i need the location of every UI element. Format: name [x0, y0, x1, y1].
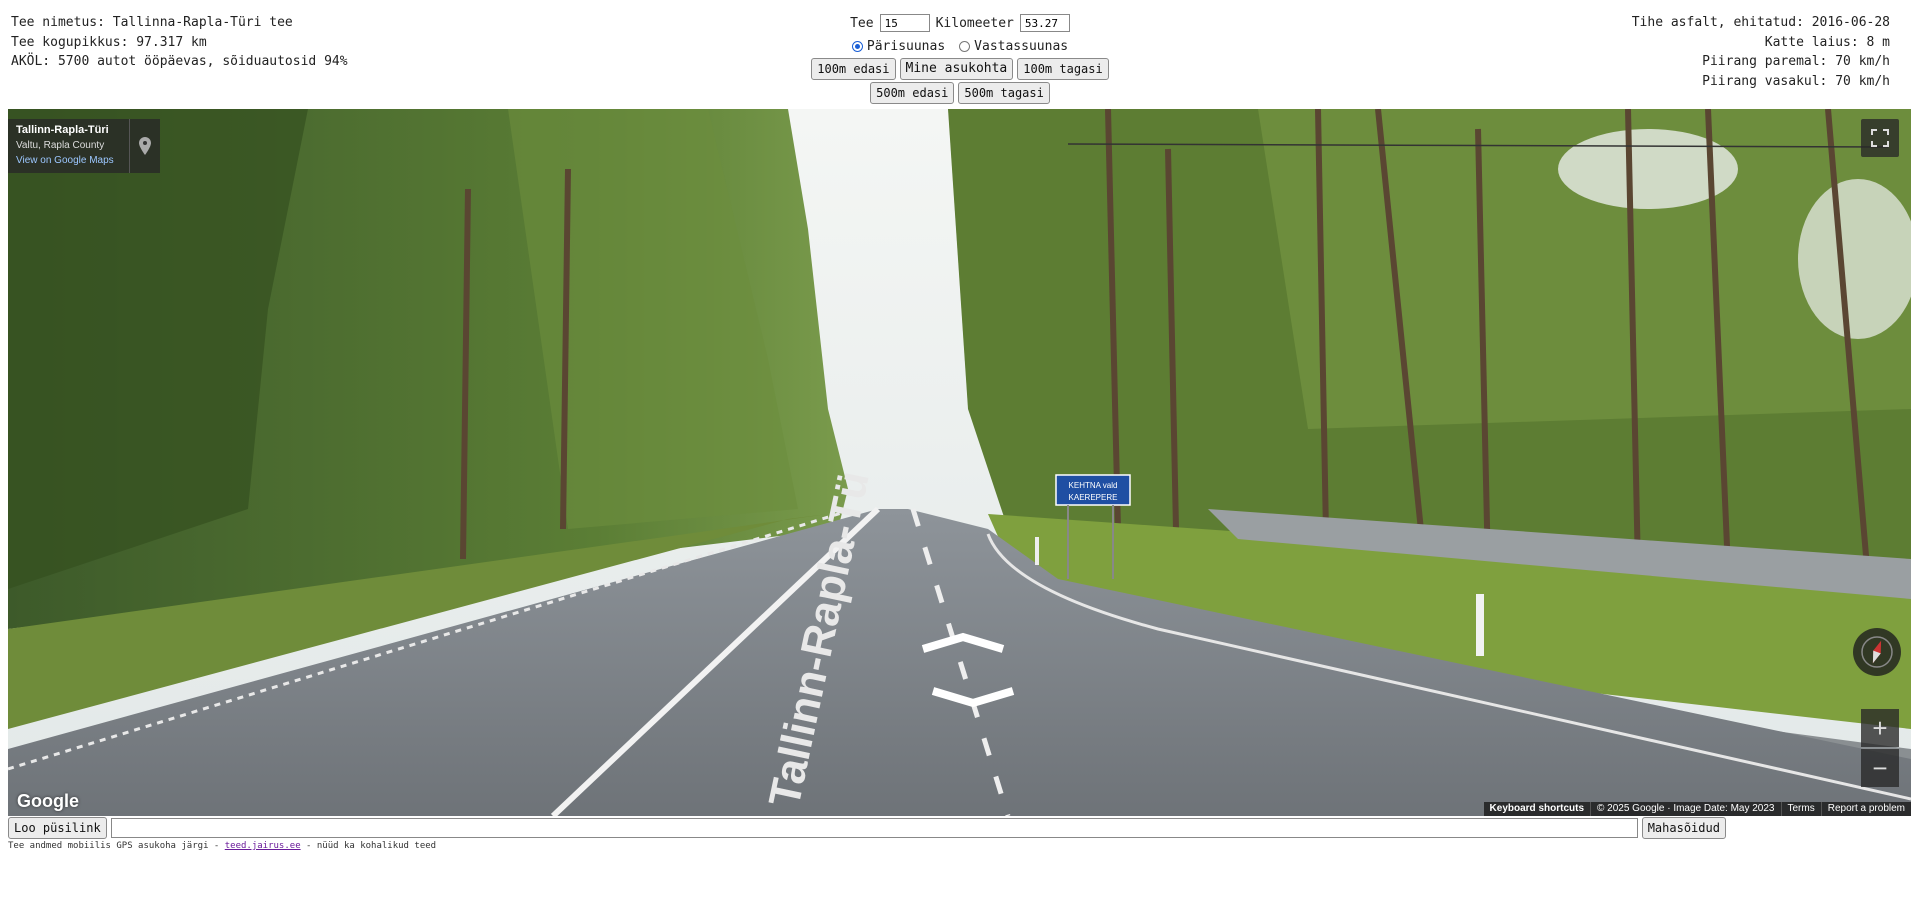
attribution-bar: Keyboard shortcuts © 2025 Google · Image…: [1483, 802, 1911, 816]
sign-village: KAEREPERE: [1069, 493, 1118, 502]
google-logo: Google: [17, 791, 79, 811]
road-label: Tee: [850, 15, 874, 31]
back-500m-button[interactable]: 500m tagasi: [958, 82, 1050, 104]
forward-500m-button[interactable]: 500m edasi: [870, 82, 955, 104]
zoom-in-button[interactable]: +: [1861, 709, 1899, 747]
kilometer-input[interactable]: [1019, 14, 1070, 32]
direction-forward-radio[interactable]: [851, 40, 863, 52]
exits-button[interactable]: Mahasõidud: [1641, 817, 1726, 839]
sign-municipality: KEHTNA vald: [1069, 481, 1118, 490]
navigation-controls: Tee Kilomeeter Pärisuunas Vastassuunas 1…: [0, 11, 1920, 104]
footer-suffix: - nüüd ka kohalikud teed: [300, 841, 437, 851]
footer-prefix: Tee andmed mobiilis GPS asukoha järgi -: [8, 841, 225, 851]
km-label: Kilomeeter: [935, 15, 1014, 31]
street-scene: KEHTNA vald KAEREPERE Tallinn-Rapla-Tü: [8, 109, 1911, 816]
direction-backward-radio[interactable]: [959, 40, 971, 52]
permalink-input[interactable]: [110, 818, 1638, 838]
zoom-out-button[interactable]: −: [1861, 749, 1899, 787]
report-problem-link[interactable]: Report a problem: [1820, 802, 1911, 816]
fullscreen-icon[interactable]: [1861, 119, 1899, 157]
back-100m-button[interactable]: 100m tagasi: [1017, 58, 1109, 80]
direction-backward-label[interactable]: Vastassuunas: [974, 39, 1068, 54]
road-number-input[interactable]: [879, 14, 930, 32]
keyboard-shortcuts-link[interactable]: Keyboard shortcuts: [1484, 802, 1590, 816]
create-permalink-button[interactable]: Loo püsilink: [8, 817, 107, 839]
go-to-location-button[interactable]: Mine asukohta: [899, 58, 1014, 80]
terms-link[interactable]: Terms: [1780, 802, 1821, 816]
pin-icon[interactable]: [129, 119, 160, 173]
copyright-text: © 2025 Google · Image Date: May 2023: [1590, 802, 1780, 816]
forward-100m-button[interactable]: 100m edasi: [811, 58, 896, 80]
compass-icon[interactable]: [1853, 628, 1901, 676]
direction-forward-label[interactable]: Pärisuunas: [867, 39, 945, 54]
location-card: Tallinn-Rapla-Türi Valtu, Rapla County V…: [8, 119, 160, 173]
footer-link[interactable]: teed.jairus.ee: [225, 841, 301, 851]
permalink-bar: Loo püsilink Mahasõidud: [8, 816, 1908, 840]
footer-note: Tee andmed mobiilis GPS asukoha järgi - …: [8, 841, 436, 851]
street-view-panorama[interactable]: KEHTNA vald KAEREPERE Tallinn-Rapla-Tü T…: [8, 109, 1911, 816]
